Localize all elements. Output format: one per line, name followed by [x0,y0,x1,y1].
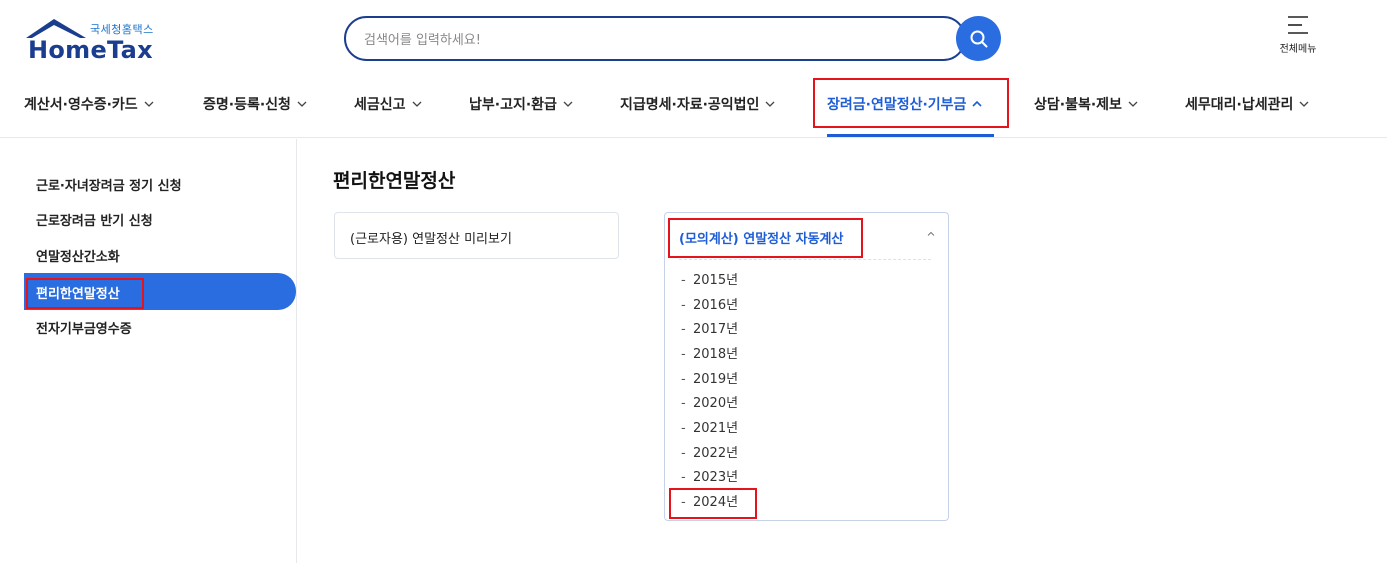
year-label: 2023년 [693,470,739,485]
sidebar-item-half-year-incentive[interactable]: 근로장려금 반기 신청 [36,210,153,229]
preview-card-label: (근로자용) 연말정산 미리보기 [350,232,512,247]
chevron-down-icon [1128,101,1138,107]
year-label: 2017년 [693,322,739,337]
year-link-2022[interactable]: -2022년 [681,442,738,461]
year-label: 2016년 [693,298,739,313]
nav-item-payment[interactable]: 납부·고지·환급 [469,90,573,118]
logo-subtitle: 국세청홈택스 [90,23,154,36]
year-link-2021[interactable]: -2021년 [681,417,738,436]
nav-item-label: 증명·등록·신청 [203,97,291,113]
nav-item-consult[interactable]: 상담·불복·제보 [1034,90,1138,118]
year-label: 2015년 [693,273,739,288]
dash-bullet: - [681,273,686,288]
nav-active-underline [827,134,994,137]
dash-bullet: - [681,298,686,313]
year-label: 2022년 [693,446,739,461]
year-link-2016[interactable]: -2016년 [681,294,738,313]
year-link-2019[interactable]: -2019년 [681,368,738,387]
sidebar-highlight-box [26,278,144,309]
chevron-down-icon [563,101,573,107]
dash-bullet: - [681,446,686,461]
chevron-down-icon [412,101,421,107]
chevron-down-icon [297,101,307,107]
nav-item-payment-statement[interactable]: 지급명세·자료·공익법인 [620,90,775,118]
nav-item-label: 지급명세·자료·공익법인 [620,97,760,113]
chevron-up-icon [927,231,935,236]
divider [679,259,931,260]
nav-item-invoice[interactable]: 계산서·영수증·카드 [24,90,154,118]
chevron-down-icon [144,101,154,107]
year-label: 2021년 [693,421,739,436]
nav-item-tax-agent[interactable]: 세무대리·납세관리 [1185,90,1309,118]
all-menu-button[interactable]: 전체메뉴 [1268,14,1328,64]
year-link-2020[interactable]: -2020년 [681,392,738,411]
site-header: 국세청홈택스 HomeTax 전체메뉴 계산서·영수증·카드 증명·등록·신청 [0,0,1387,138]
nav-item-certificate[interactable]: 증명·등록·신청 [203,90,307,118]
nav-item-label: 세금신고 [354,97,406,113]
dash-bullet: - [681,372,686,387]
dash-bullet: - [681,421,686,436]
global-nav: 계산서·영수증·카드 증명·등록·신청 세금신고 납부·고지·환급 지급명세·자… [0,78,1387,137]
nav-item-tax-filing[interactable]: 세금신고 [354,90,422,118]
sidebar-item-regular-incentive[interactable]: 근로·자녀장려금 정기 신청 [36,175,182,194]
nav-item-label: 납부·고지·환급 [469,97,557,113]
chevron-down-icon [1299,101,1309,107]
auto-calc-highlight-box [668,218,863,258]
search-button[interactable] [956,16,1001,61]
dash-bullet: - [681,347,686,362]
year-label: 2018년 [693,347,739,362]
year-link-2015[interactable]: -2015년 [681,269,738,288]
search-bar [344,16,1001,62]
dash-bullet: - [681,322,686,337]
hometax-logo[interactable]: 국세청홈택스 HomeTax [24,16,164,64]
all-menu-label: 전체메뉴 [1279,44,1317,55]
dash-bullet: - [681,470,686,485]
preview-card[interactable]: (근로자용) 연말정산 미리보기 [334,212,619,259]
nav-item-label: 상담·불복·제보 [1034,97,1122,113]
year-link-2017[interactable]: -2017년 [681,318,738,337]
search-input[interactable] [364,30,924,50]
search-box [344,16,966,61]
sidebar-item-simplified-yearend[interactable]: 연말정산간소화 [36,246,120,265]
hamburger-icon [1288,16,1308,34]
nav-highlight-box [813,78,1009,128]
sidebar-item-donation-receipt[interactable]: 전자기부금영수증 [36,318,132,337]
logo-text: HomeTax [28,36,153,64]
page-title: 편리한연말정산 [333,170,456,192]
year-label: 2020년 [693,396,739,411]
chevron-down-icon [765,101,775,107]
nav-item-label: 계산서·영수증·카드 [24,97,138,113]
year-link-2023[interactable]: -2023년 [681,466,738,485]
year-label: 2019년 [693,372,739,387]
dash-bullet: - [681,396,686,411]
nav-item-label: 세무대리·납세관리 [1185,97,1294,113]
sidebar: 근로·자녀장려금 정기 신청 근로장려금 반기 신청 연말정산간소화 편리한연말… [0,139,297,563]
auto-calc-card: (모의계산) 연말정산 자동계산 -2015년 -2016년 -2017년 -2… [664,212,949,521]
year-highlight-box [669,488,757,519]
search-icon [970,30,987,47]
year-link-2018[interactable]: -2018년 [681,343,738,362]
